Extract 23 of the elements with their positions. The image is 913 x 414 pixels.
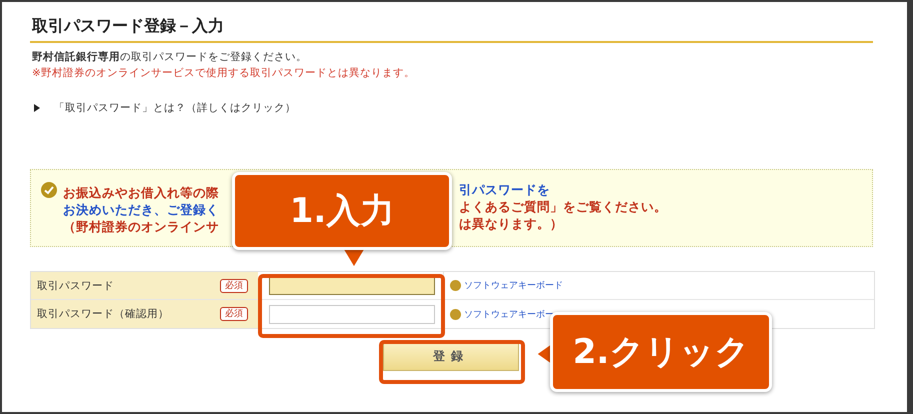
required-tag: 必須	[220, 278, 248, 292]
password-field[interactable]	[269, 304, 435, 324]
check-icon	[41, 182, 57, 198]
callout-label: 2.クリック	[550, 312, 772, 392]
notice-text: お決めいただき、ご登録く	[63, 202, 219, 217]
notice-text: （野村證券のオンラインサ	[63, 219, 219, 234]
field-label: 取引パスワード（確認用）	[37, 307, 169, 321]
callout-label: 1.入力	[232, 172, 452, 250]
register-button[interactable]: 登録	[383, 341, 519, 371]
notice-text: お振込みやお借入れ等の際	[63, 185, 219, 200]
notice-text: 引パスワードを	[459, 182, 550, 199]
coin-icon	[450, 280, 461, 291]
triangle-icon	[34, 104, 40, 112]
software-keyboard-link[interactable]: ソフトウェアキーボード	[464, 279, 563, 292]
coin-icon	[450, 308, 461, 320]
notice-text: は異なります。）	[459, 216, 563, 233]
note-text: ※野村證券のオンラインサービスで使用する取引パスワードとは異なります。	[31, 66, 416, 81]
help-link[interactable]: 「取引パスワード」とは？（詳しくはクリック）	[54, 101, 296, 115]
notice-text: よくあるご質問」をご覧ください。	[459, 199, 667, 216]
page-title: 取引パスワード登録－入力	[30, 12, 873, 43]
intro-text: 野村信託銀行専用の取引パスワードをご登録ください。	[31, 50, 308, 65]
field-label: 取引パスワード	[37, 278, 114, 292]
required-tag: 必須	[220, 307, 248, 321]
